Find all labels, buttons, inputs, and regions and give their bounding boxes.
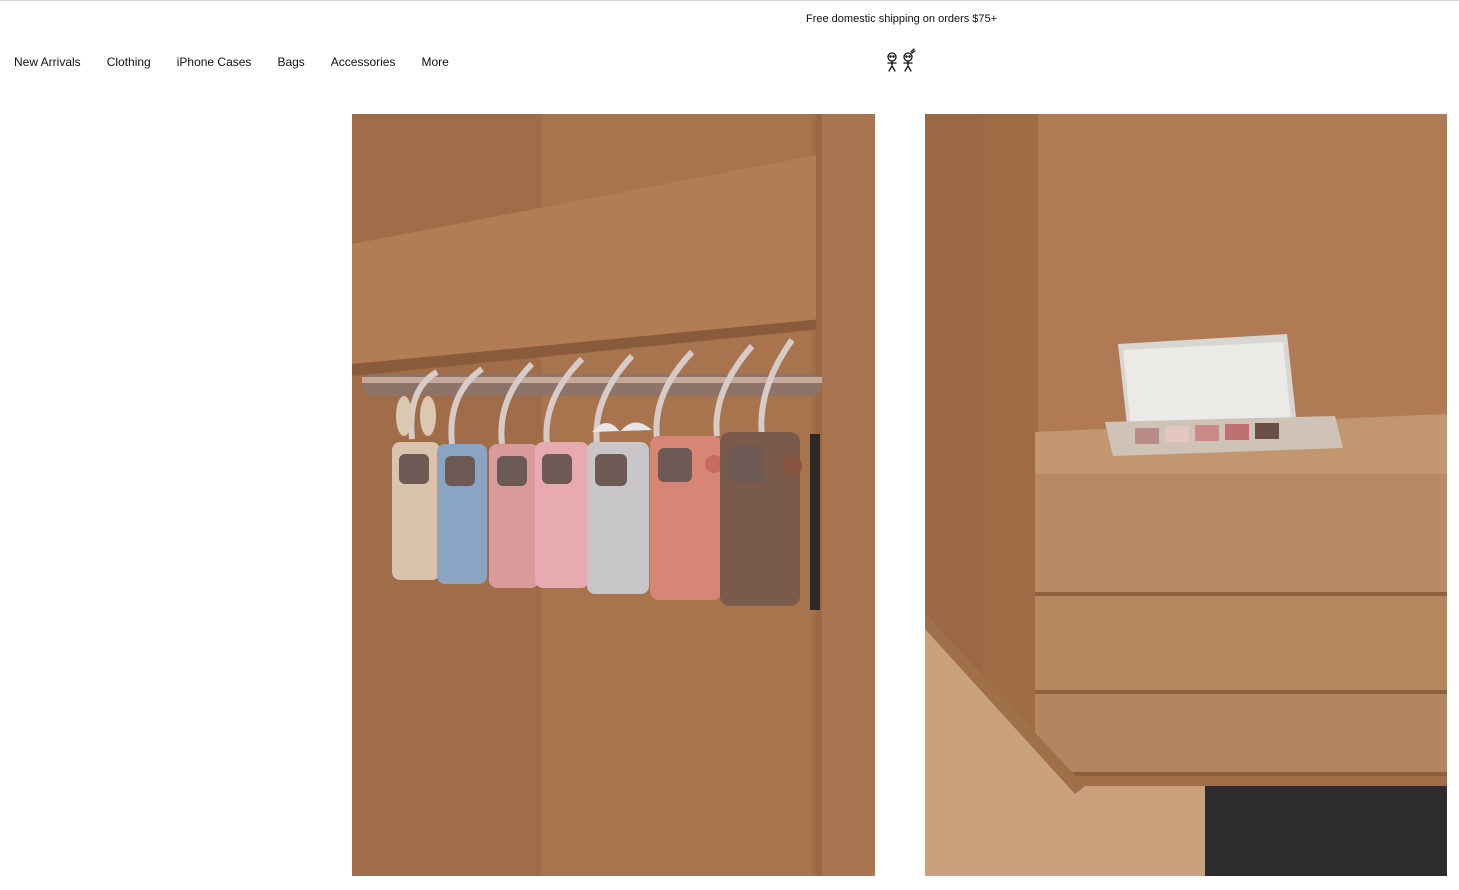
announcement-text: Free domestic shipping on orders $75+ bbox=[806, 13, 998, 25]
brand-logo-icon[interactable] bbox=[884, 48, 918, 74]
nav-item-clothing[interactable]: Clothing bbox=[107, 53, 151, 71]
nav-item-bags[interactable]: Bags bbox=[277, 53, 304, 71]
hero-image-phone-cases[interactable] bbox=[352, 114, 875, 876]
hero-image-palette[interactable] bbox=[925, 114, 1447, 876]
top-divider bbox=[0, 0, 1459, 1]
nav-item-accessories[interactable]: Accessories bbox=[331, 53, 396, 71]
nav-item-new-arrivals[interactable]: New Arrivals bbox=[14, 53, 81, 71]
nav-item-more[interactable]: More bbox=[421, 53, 448, 71]
main-nav: New Arrivals Clothing iPhone Cases Bags … bbox=[14, 53, 475, 71]
announcement-bar: Free domestic shipping on orders $75+ bbox=[0, 11, 1459, 27]
nav-item-iphone-cases[interactable]: iPhone Cases bbox=[177, 53, 252, 71]
